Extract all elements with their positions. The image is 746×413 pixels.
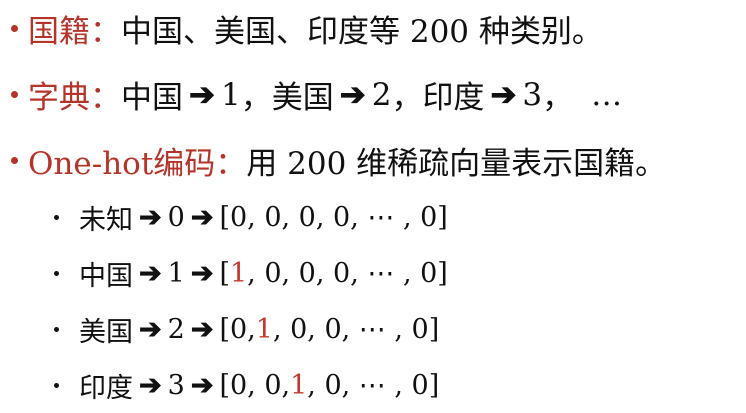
bullet-icon (11, 91, 18, 98)
vector-highlight: 1 (290, 370, 308, 401)
arrow-icon: ➔ (190, 370, 214, 401)
vector-highlight: 1 (229, 258, 248, 289)
vector-open: [ (219, 258, 230, 289)
dict-entry-value: 2 (371, 76, 392, 113)
encoding-row-unknown: 未知 ➔ 0 ➔ [0, 0, 0, 0, ⋯ , 0] (0, 198, 448, 237)
encoding-index: 0 (167, 202, 185, 233)
sub-bullet-icon (54, 215, 59, 220)
item-text: 中国、美国、印度等 200 种类别。 (121, 14, 603, 50)
encoding-name: 印度 (79, 373, 133, 404)
sub-bullet-icon (54, 383, 59, 388)
encoding-name: 未知 (79, 205, 133, 236)
dict-entry-sep: ， (240, 80, 272, 116)
arrow-icon: ➔ (190, 202, 214, 233)
encoding-index: 3 (167, 370, 185, 401)
vector-post: , 0, ⋯ , 0] (307, 370, 440, 401)
bullet-item-dictionary: 字典 ： 中国 ➔ 1 ， 美国 ➔ 2 ， 印度 ➔ 3 ， … (0, 72, 622, 117)
arrow-icon: ➔ (339, 76, 366, 113)
item-label: 字典 (28, 80, 90, 116)
arrow-icon: ➔ (190, 314, 214, 345)
encoding-row-usa: 美国 ➔ 2 ➔ [0, 1, 0, 0, ⋯ , 0] (0, 310, 439, 349)
vector-post: , 0, 0, 0, ⋯ , 0] (247, 258, 448, 289)
encoding-index: 1 (167, 258, 185, 289)
vector-highlight: 1 (255, 314, 273, 345)
item-label: 国籍 (28, 14, 90, 50)
arrow-icon: ➔ (139, 314, 162, 345)
dict-entry-value: 3 (522, 76, 543, 113)
sub-bullet-icon (54, 327, 59, 332)
bullet-icon (11, 25, 18, 32)
vector-open: [ (219, 202, 230, 233)
arrow-icon: ➔ (190, 258, 214, 289)
item-text: 用 200 维稀疏向量表示国籍。 (246, 146, 667, 182)
dict-entry-sep: ， (391, 80, 423, 116)
arrow-icon: ➔ (139, 370, 162, 401)
encoding-name: 中国 (79, 261, 133, 292)
vector-pre: 0, 0, (229, 370, 291, 401)
dict-entry-name: 印度 (422, 80, 485, 116)
dict-entry-name: 中国 (121, 80, 183, 116)
sub-bullet-icon (54, 271, 59, 276)
dict-entry-value: 1 (220, 76, 241, 113)
bullet-item-onehot: One-hot编码 ： 用 200 维稀疏向量表示国籍。 (0, 138, 666, 183)
item-label: One-hot编码 (28, 146, 216, 182)
encoding-index: 2 (167, 314, 185, 345)
arrow-icon: ➔ (139, 202, 162, 233)
item-colon: ： (90, 80, 121, 116)
encoding-row-india: 印度 ➔ 3 ➔ [0, 0, 1, 0, ⋯ , 0] (0, 366, 439, 405)
item-colon: ： (90, 14, 121, 50)
encoding-name: 美国 (79, 317, 133, 348)
item-colon: ： (215, 146, 247, 182)
vector-post: 0, 0, 0, 0, ⋯ , 0] (229, 202, 448, 233)
vector-pre: 0, (229, 314, 256, 345)
arrow-icon: ➔ (139, 258, 162, 289)
vector-post: , 0, 0, ⋯ , 0] (272, 314, 440, 345)
bullet-item-nationality: 国籍 ： 中国、美国、印度等 200 种类别。 (0, 6, 603, 51)
vector-open: [ (219, 370, 230, 401)
dict-entry-name: 美国 (271, 80, 334, 116)
ellipsis: … (591, 76, 623, 113)
arrow-icon: ➔ (189, 76, 215, 113)
encoding-row-china: 中国 ➔ 1 ➔ [1, 0, 0, 0, ⋯ , 0] (0, 254, 448, 293)
vector-open: [ (219, 314, 230, 345)
dict-entry-sep: ， (542, 80, 574, 116)
arrow-icon: ➔ (490, 76, 517, 113)
bullet-icon (11, 157, 18, 164)
